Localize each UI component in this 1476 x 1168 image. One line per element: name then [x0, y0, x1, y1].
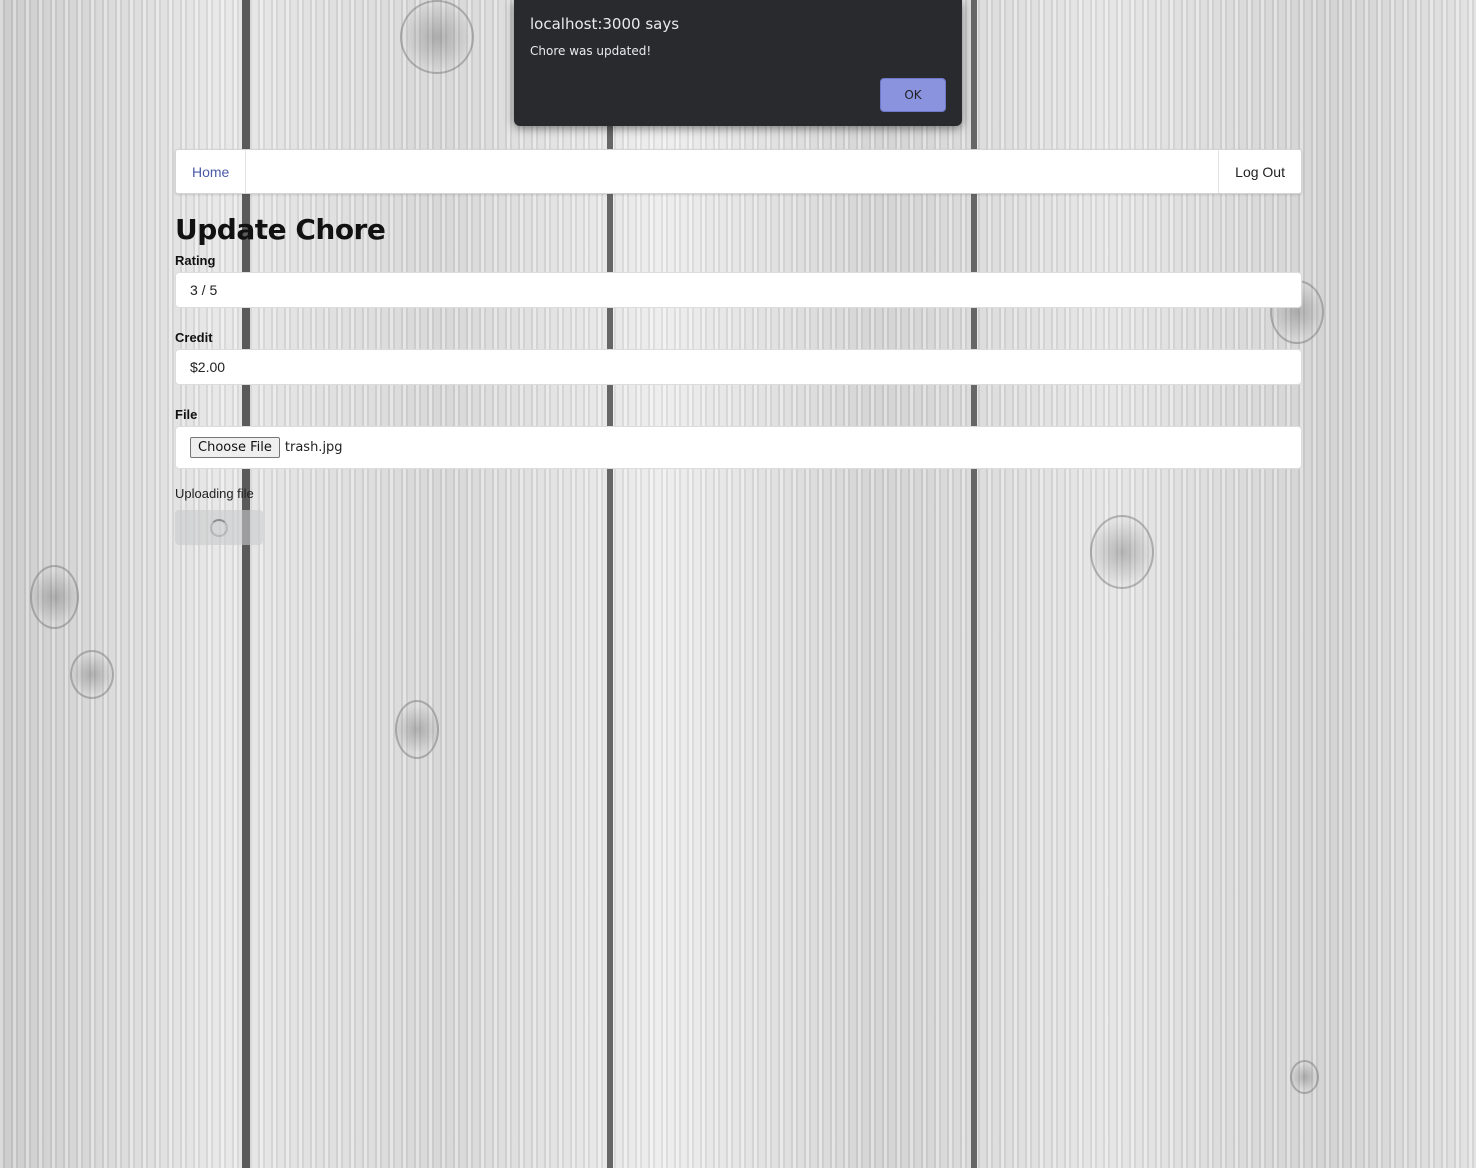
wood-knot — [1290, 1060, 1319, 1094]
wood-knot — [70, 650, 114, 699]
credit-field[interactable]: $2.00 — [175, 349, 1302, 385]
page-title: Update Chore — [175, 213, 386, 246]
file-label: File — [175, 407, 198, 422]
top-navbar: Home Log Out — [175, 149, 1302, 194]
alert-message: Chore was updated! — [530, 44, 652, 58]
wood-knot — [395, 700, 439, 759]
uploading-status-text: Uploading file — [175, 486, 254, 501]
nav-home-link[interactable]: Home — [176, 150, 247, 193]
nav-logout-link[interactable]: Log Out — [1218, 150, 1301, 193]
wood-knot — [400, 0, 474, 74]
choose-file-button[interactable]: Choose File — [190, 437, 280, 458]
update-chore-form: Rating 3 / 5 Credit $2.00 File Choose Fi… — [175, 251, 1302, 545]
rating-field[interactable]: 3 / 5 — [175, 272, 1302, 308]
alert-ok-button[interactable]: OK — [880, 78, 946, 112]
alert-title: localhost:3000 says — [530, 15, 680, 33]
credit-value: $2.00 — [190, 359, 226, 375]
main-container: Home Log Out Update Chore Rating 3 / 5 C… — [175, 149, 1302, 545]
rating-value: 3 / 5 — [190, 282, 218, 298]
submit-button-loading — [175, 510, 263, 545]
credit-label: Credit — [175, 330, 213, 345]
wood-knot — [30, 565, 79, 629]
alert-dialog: localhost:3000 says Chore was updated! O… — [514, 0, 962, 126]
loading-spinner-icon — [210, 518, 228, 537]
navbar-spacer — [246, 150, 1218, 193]
rating-label: Rating — [175, 253, 216, 268]
selected-file-name: trash.jpg — [284, 440, 343, 455]
file-field: Choose File trash.jpg — [175, 426, 1302, 469]
